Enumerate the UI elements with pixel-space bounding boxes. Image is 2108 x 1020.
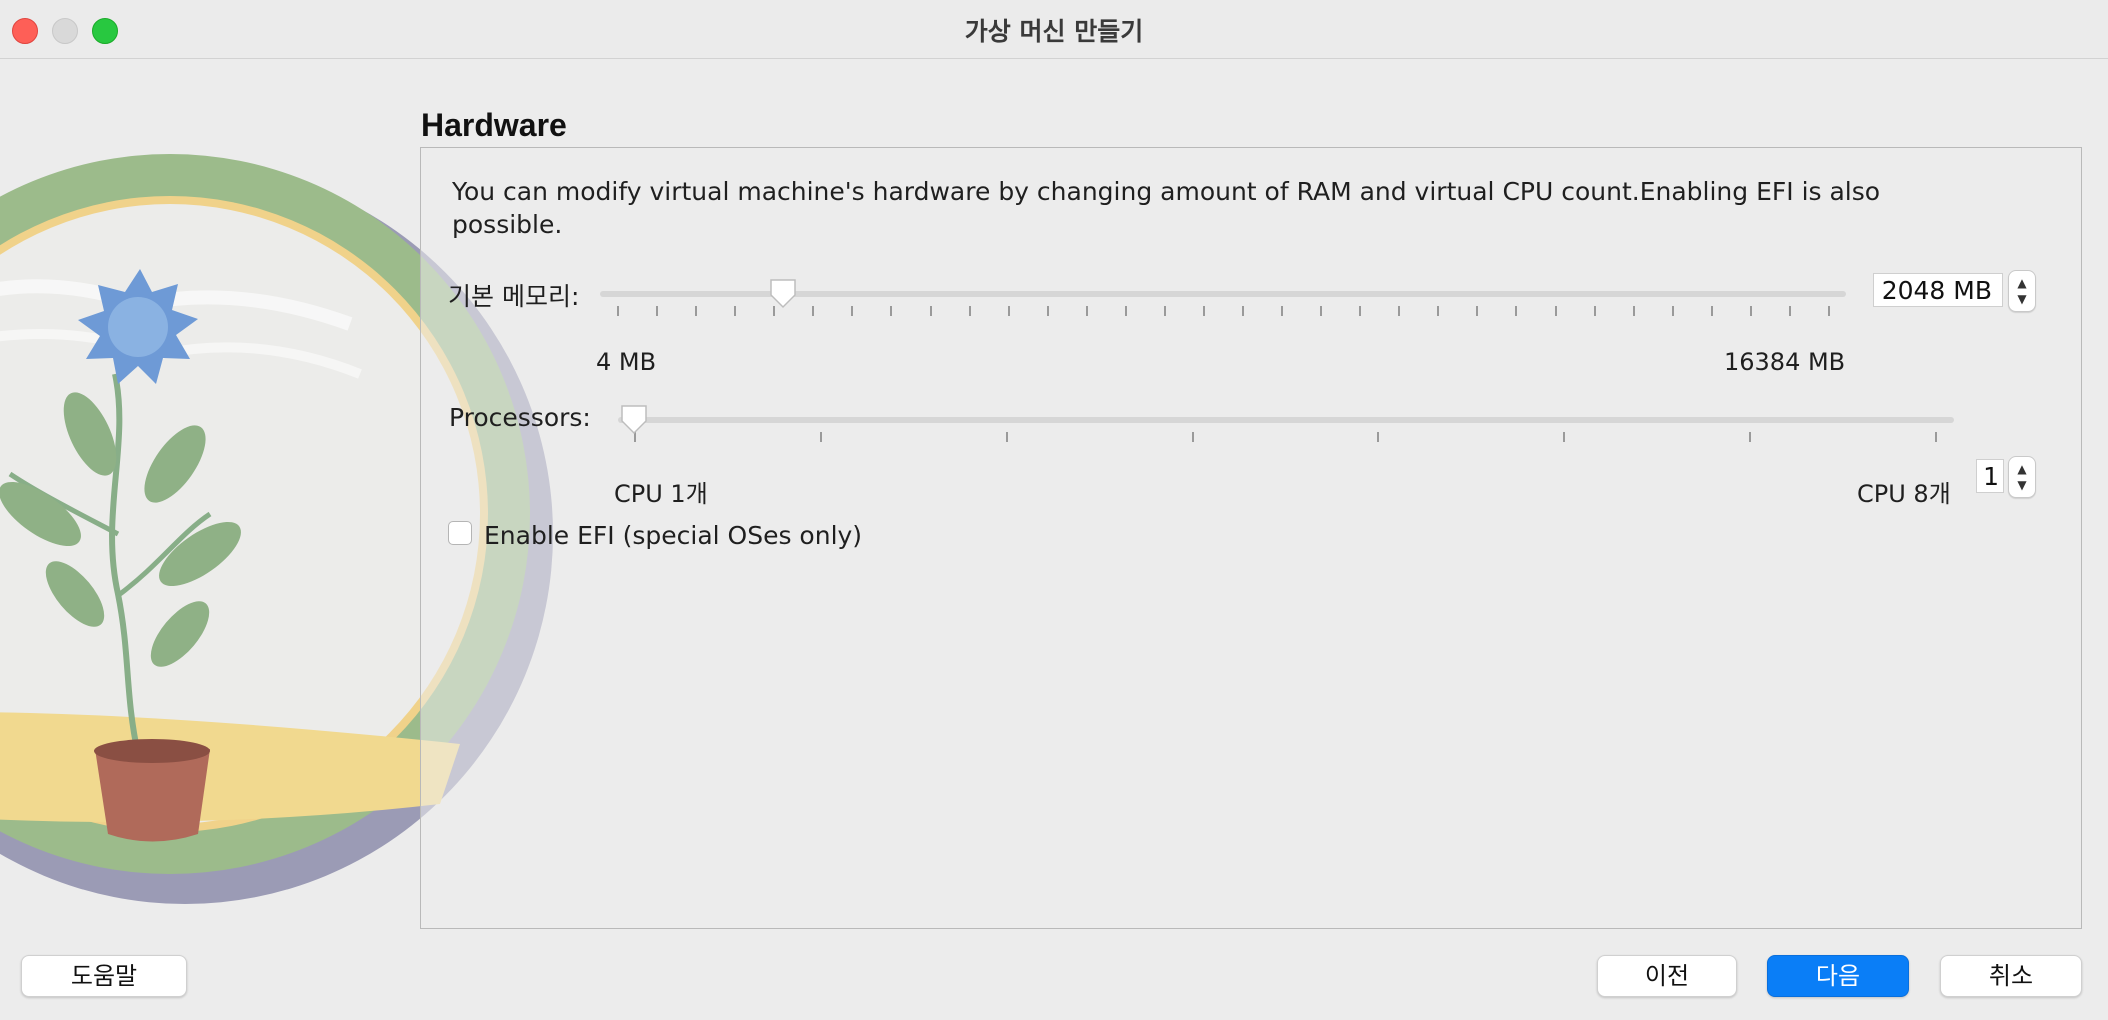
memory-slider-tick [1555, 306, 1557, 316]
memory-slider-tick [851, 306, 853, 316]
processors-stepper[interactable]: ▲ ▼ [2008, 456, 2036, 498]
next-button[interactable]: 다음 [1767, 955, 1909, 997]
memory-slider-tick [812, 306, 814, 316]
memory-slider-tick [734, 306, 736, 316]
memory-slider-tick [1672, 306, 1674, 316]
chevron-up-icon[interactable]: ▲ [2017, 461, 2026, 477]
memory-max-label: 16384 MB [1724, 348, 1846, 376]
processors-max-label: CPU 8개 [1857, 480, 1951, 508]
processors-slider-tick [1935, 432, 1937, 442]
memory-slider-tick [1164, 306, 1166, 316]
processors-slider-thumb[interactable] [619, 403, 649, 435]
chevron-down-icon[interactable]: ▼ [2017, 291, 2026, 307]
memory-slider-tick [1711, 306, 1713, 316]
memory-slider-tick [1047, 306, 1049, 316]
memory-min-label: 4 MB [596, 348, 657, 376]
enable-efi-label: Enable EFI (special OSes only) [484, 521, 863, 550]
memory-slider-tick [1359, 306, 1361, 316]
memory-slider-tick [695, 306, 697, 316]
memory-slider-tick [1203, 306, 1205, 316]
processors-slider-tick [1749, 432, 1751, 442]
chevron-down-icon[interactable]: ▼ [2017, 477, 2026, 493]
processors-slider-track[interactable] [618, 417, 1954, 423]
window-title: 가상 머신 만들기 [964, 17, 1144, 46]
enable-efi-checkbox[interactable] [448, 521, 472, 545]
processors-slider-tick [1006, 432, 1008, 442]
memory-slider-tick [1515, 306, 1517, 316]
processors-count-field[interactable]: 1 [1976, 459, 2004, 493]
memory-slider-tick [1320, 306, 1322, 316]
chevron-up-icon[interactable]: ▲ [2017, 275, 2026, 291]
page-description: You can modify virtual machine's hardwar… [452, 177, 1881, 239]
memory-slider-tick [656, 306, 658, 316]
processors-slider-tick [1192, 432, 1194, 442]
page-title: Hardware [421, 107, 567, 143]
memory-slider-tick [969, 306, 971, 316]
processors-slider-tick [1377, 432, 1379, 442]
memory-slider-tick [930, 306, 932, 316]
memory-slider-tick [1398, 306, 1400, 316]
memory-slider-tick [1437, 306, 1439, 316]
memory-slider-tick [890, 306, 892, 316]
memory-slider-tick [1242, 306, 1244, 316]
title-bar: 가상 머신 만들기 [0, 0, 2108, 59]
memory-slider-tick [1750, 306, 1752, 316]
back-button[interactable]: 이전 [1597, 955, 1737, 997]
memory-slider-tick [1633, 306, 1635, 316]
create-vm-window: 가상 머신 만들기 Hardware You can modify virtua… [0, 0, 2108, 1020]
memory-slider-tick [1008, 306, 1010, 316]
memory-slider-tick [1828, 306, 1830, 316]
memory-slider-thumb[interactable] [768, 277, 798, 309]
memory-slider-tick [1281, 306, 1283, 316]
processors-slider-tick [1563, 432, 1565, 442]
cancel-button[interactable]: 취소 [1940, 955, 2082, 997]
memory-slider-tick [1125, 306, 1127, 316]
memory-slider-tick [1789, 306, 1791, 316]
processors-label: Processors: [449, 403, 591, 432]
memory-slider-tick [1476, 306, 1478, 316]
memory-size-field[interactable]: 2048 MB [1873, 273, 2003, 307]
memory-slider-tick [1086, 306, 1088, 316]
processors-min-label: CPU 1개 [614, 480, 708, 508]
memory-slider-tick [1594, 306, 1596, 316]
help-button[interactable]: 도움말 [21, 955, 187, 997]
memory-label: 기본 메모리: [448, 282, 580, 311]
memory-stepper[interactable]: ▲ ▼ [2008, 270, 2036, 312]
memory-slider-tick [617, 306, 619, 316]
wizard-content: Hardware You can modify virtual machine'… [0, 59, 2108, 1020]
processors-slider-tick [820, 432, 822, 442]
